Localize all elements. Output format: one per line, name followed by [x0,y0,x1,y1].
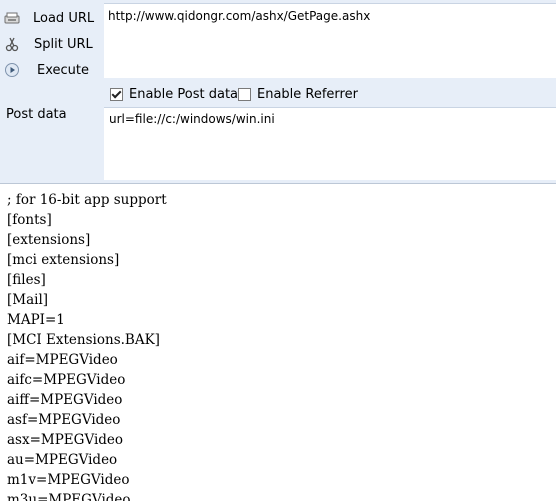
response-line: MAPI=1 [7,312,65,328]
url-input[interactable]: http://www.qidongr.com/ashx/GetPage.ashx [104,3,556,78]
load-url-button[interactable]: Load URL [0,6,104,30]
response-line: [files] [7,272,46,288]
response-line: [mci extensions] [7,252,120,268]
enable-post-data-box[interactable] [110,87,123,101]
response-line: [extensions] [7,232,91,248]
response-line: aif=MPEGVideo [7,352,118,368]
response-line: m3u=MPEGVideo [7,492,131,501]
panel-divider [0,183,556,184]
response-line: asf=MPEGVideo [7,412,121,428]
response-line: asx=MPEGVideo [7,432,124,448]
response-line: [MCI Extensions.BAK] [7,332,160,348]
post-data-input[interactable]: url=file://c:/windows/win.ini [104,107,556,180]
execute-label: Execute [37,62,89,78]
enable-referrer-checkbox[interactable]: Enable Referrer [238,85,358,103]
response-line: aiff=MPEGVideo [7,392,123,408]
response-body: ; for 16-bit app support [fonts] [extensio… [0,190,556,501]
enable-post-data-label: Enable Post data [129,86,239,102]
play-icon [4,62,20,78]
load-url-icon [4,10,20,26]
response-line: m1v=MPEGVideo [7,472,130,488]
execute-button[interactable]: Execute [0,58,104,82]
post-data-label: Post data [6,107,67,122]
response-line: aifc=MPEGVideo [7,372,126,388]
response-line: ; for 16-bit app support [7,192,167,208]
hackbar-panel: Load URL Split URL Execute http://www.qi… [0,0,556,183]
enable-referrer-label: Enable Referrer [257,86,358,102]
enable-referrer-box[interactable] [238,87,251,101]
response-line: [Mail] [7,292,49,308]
scissors-icon [4,36,20,52]
split-url-button[interactable]: Split URL [0,32,104,56]
enable-post-data-checkbox[interactable]: Enable Post data [110,85,238,103]
load-url-label: Load URL [33,10,95,26]
response-line: [fonts] [7,212,52,228]
split-url-label: Split URL [34,36,93,52]
response-line: au=MPEGVideo [7,452,118,468]
